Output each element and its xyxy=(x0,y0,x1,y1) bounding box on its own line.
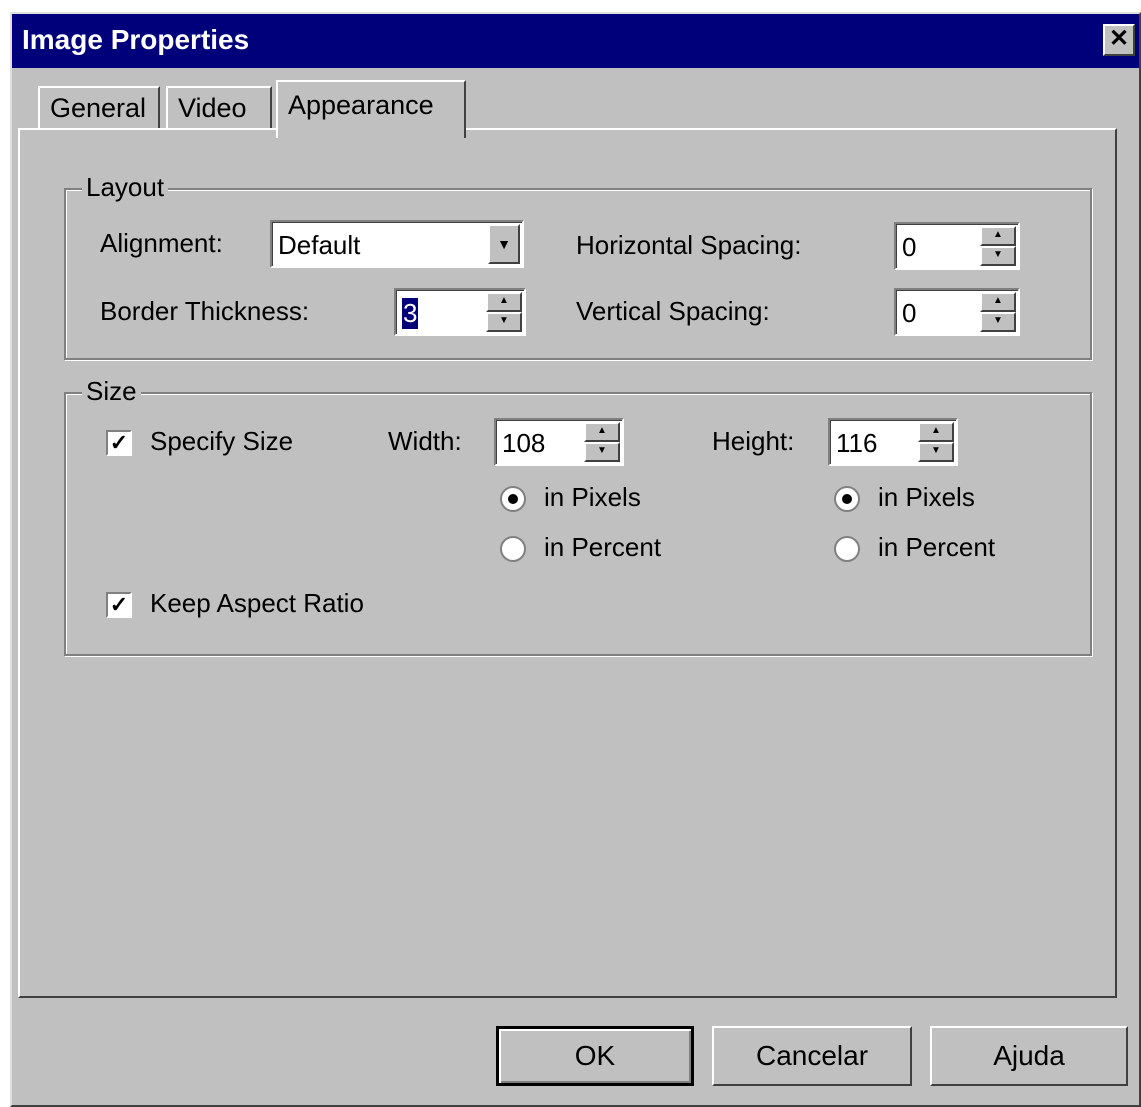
alignment-value: Default xyxy=(278,230,361,260)
keep-aspect-ratio-label[interactable]: Keep Aspect Ratio xyxy=(150,588,364,619)
width-in-percent-radio[interactable] xyxy=(500,536,526,562)
vertical-spacing-field[interactable]: 0 ▲ ▼ xyxy=(894,288,1020,336)
spin-down-icon[interactable]: ▼ xyxy=(980,312,1016,332)
window-title: Image Properties xyxy=(22,24,250,55)
ok-button-label: OK xyxy=(574,1040,616,1071)
tab-appearance-label: Appearance xyxy=(288,90,434,120)
width-label: Width: xyxy=(388,426,462,456)
border-thickness-field[interactable]: 3 ▲ ▼ xyxy=(394,288,526,336)
spin-down-icon[interactable]: ▼ xyxy=(584,442,620,462)
specify-size-checkbox[interactable]: ✓ xyxy=(106,430,132,456)
vertical-spacing-spinner[interactable]: ▲ ▼ xyxy=(980,292,1016,332)
specify-size-label[interactable]: Specify Size xyxy=(150,426,293,457)
border-thickness-spinner[interactable]: ▲ ▼ xyxy=(486,292,522,332)
height-in-pixels-radio[interactable] xyxy=(834,486,860,512)
tab-video-label: Video xyxy=(178,93,247,123)
close-icon: ✕ xyxy=(1108,25,1130,52)
alignment-select[interactable]: Default ▼ xyxy=(270,220,524,268)
border-thickness-value: 3 xyxy=(402,298,419,329)
height-spinner[interactable]: ▲ ▼ xyxy=(918,422,954,462)
horizontal-spacing-field[interactable]: 0 ▲ ▼ xyxy=(894,222,1020,270)
horizontal-spacing-spinner[interactable]: ▲ ▼ xyxy=(980,226,1016,266)
tab-video[interactable]: Video xyxy=(166,86,272,130)
width-value: 108 xyxy=(502,428,546,458)
ok-button[interactable]: OK xyxy=(496,1026,694,1086)
layout-legend: Layout xyxy=(82,172,169,203)
height-in-pixels-label[interactable]: in Pixels xyxy=(878,482,975,513)
spin-down-icon[interactable]: ▼ xyxy=(918,442,954,462)
vertical-spacing-value: 0 xyxy=(902,298,917,328)
spin-down-icon[interactable]: ▼ xyxy=(486,312,522,332)
size-legend: Size xyxy=(82,376,141,407)
spin-up-icon[interactable]: ▲ xyxy=(918,422,954,442)
horizontal-spacing-value: 0 xyxy=(902,232,917,262)
height-in-percent-radio[interactable] xyxy=(834,536,860,562)
vertical-spacing-label: Vertical Spacing: xyxy=(576,296,770,326)
alignment-label: Alignment: xyxy=(100,228,223,258)
height-field[interactable]: 116 ▲ ▼ xyxy=(828,418,958,466)
border-thickness-label: Border Thickness: xyxy=(100,296,310,326)
width-in-pixels-label[interactable]: in Pixels xyxy=(544,482,641,513)
tab-general[interactable]: General xyxy=(38,86,160,130)
cancel-button-label: Cancelar xyxy=(755,1040,869,1071)
width-spinner[interactable]: ▲ ▼ xyxy=(584,422,620,462)
width-in-percent-label[interactable]: in Percent xyxy=(544,532,661,563)
height-in-percent-label[interactable]: in Percent xyxy=(878,532,995,563)
spin-down-icon[interactable]: ▼ xyxy=(980,246,1016,266)
horizontal-spacing-label: Horizontal Spacing: xyxy=(576,230,802,260)
height-value: 116 xyxy=(836,428,878,458)
spin-up-icon[interactable]: ▲ xyxy=(584,422,620,442)
chevron-down-icon[interactable]: ▼ xyxy=(488,224,520,264)
spin-up-icon[interactable]: ▲ xyxy=(980,226,1016,246)
help-button[interactable]: Ajuda xyxy=(930,1026,1128,1086)
tab-panel-appearance: Layout Alignment: Default ▼ Horizontal S… xyxy=(18,128,1117,998)
cancel-button[interactable]: Cancelar xyxy=(712,1026,912,1086)
spin-up-icon[interactable]: ▲ xyxy=(486,292,522,312)
close-button[interactable]: ✕ xyxy=(1103,24,1135,56)
spin-up-icon[interactable]: ▲ xyxy=(980,292,1016,312)
width-field[interactable]: 108 ▲ ▼ xyxy=(494,418,624,466)
height-label: Height: xyxy=(712,426,795,456)
width-in-pixels-radio[interactable] xyxy=(500,486,526,512)
title-bar[interactable]: Image Properties ✕ xyxy=(12,14,1139,68)
help-button-label: Ajuda xyxy=(993,1040,1065,1071)
keep-aspect-ratio-checkbox[interactable]: ✓ xyxy=(106,592,132,618)
tab-appearance[interactable]: Appearance xyxy=(276,80,466,138)
tab-general-label: General xyxy=(50,93,147,123)
